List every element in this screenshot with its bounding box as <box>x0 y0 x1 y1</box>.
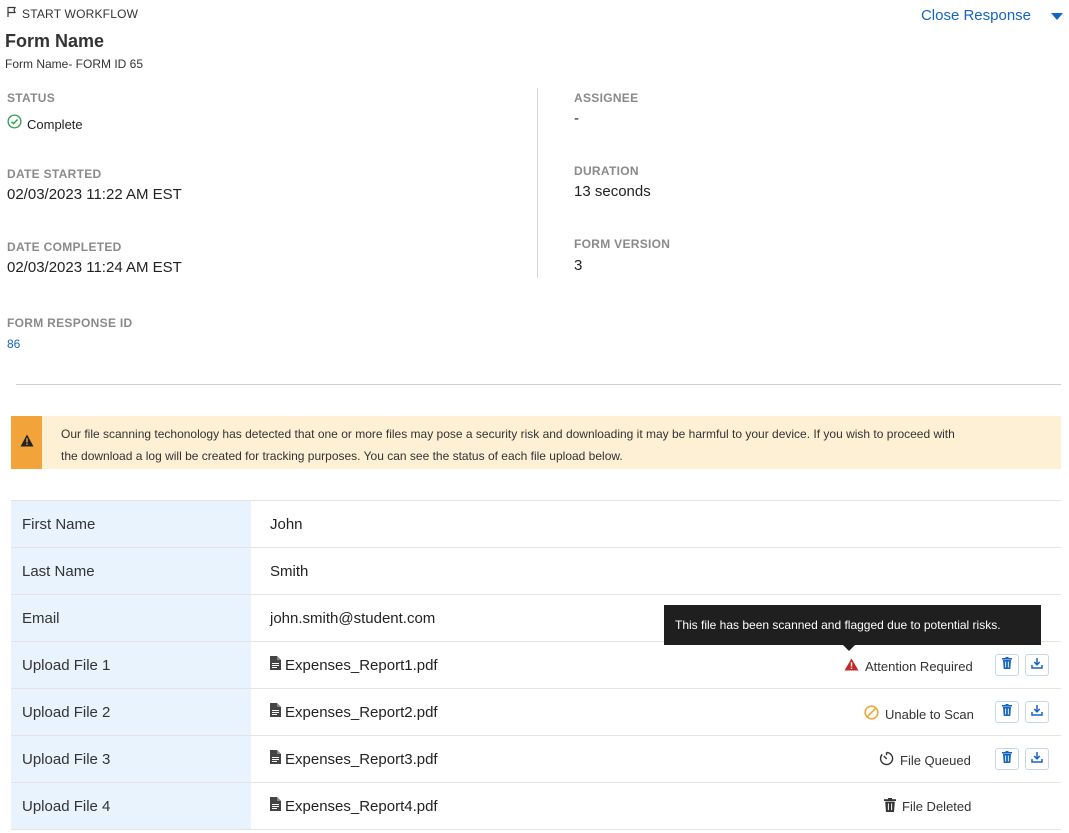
document-icon <box>270 797 281 815</box>
table-row: Last Name Smith <box>11 548 1061 595</box>
security-alert-banner: Our file scanning techonology has detect… <box>11 416 1061 469</box>
timer-icon <box>879 751 894 769</box>
file-name: Expenses_Report2.pdf <box>285 703 438 721</box>
alert-message-line-2: the download a log will be created for t… <box>61 448 623 463</box>
download-icon <box>1031 656 1043 674</box>
file-link[interactable]: Expenses_Report2.pdf <box>251 703 438 721</box>
field-label: Upload File 2 <box>11 689 251 735</box>
warning-icon <box>844 658 859 674</box>
status-value: Complete <box>7 114 83 134</box>
file-status-text: Attention Required <box>865 658 973 674</box>
table-row: Upload File 4 Expenses_Report4.pdf File … <box>11 783 1061 830</box>
table-row: First Name John <box>11 501 1061 548</box>
field-value: Smith <box>270 562 309 580</box>
alert-icon-box <box>11 416 42 469</box>
trash-icon <box>1002 656 1012 674</box>
alert-message: Our file scanning techonology has detect… <box>42 416 1046 469</box>
file-link[interactable]: Expenses_Report4.pdf <box>251 797 438 815</box>
field-label: Upload File 1 <box>11 642 251 688</box>
download-icon <box>1031 703 1043 721</box>
file-status-tooltip: This file has been scanned and flagged d… <box>664 605 1041 645</box>
start-workflow-button[interactable]: START WORKFLOW <box>6 6 138 21</box>
document-icon <box>270 703 281 721</box>
form-response-id-label: FORM RESPONSE ID <box>7 316 133 330</box>
delete-file-button[interactable] <box>995 654 1019 676</box>
page-title: Form Name <box>5 31 105 51</box>
file-link[interactable]: Expenses_Report1.pdf <box>251 656 438 674</box>
blocked-icon <box>864 705 879 723</box>
trash-icon <box>1002 750 1012 768</box>
file-status-text: File Deleted <box>902 799 972 814</box>
field-value: John <box>270 515 303 533</box>
table-row: Upload File 3 Expenses_Report3.pdf File … <box>11 736 1061 783</box>
file-status-text: File Queued <box>900 752 971 768</box>
document-icon <box>270 656 281 674</box>
check-circle-icon <box>7 114 22 134</box>
response-table: First Name John Last Name Smith Email jo… <box>11 500 1061 830</box>
flag-icon <box>6 6 18 21</box>
download-file-button[interactable] <box>1025 701 1049 723</box>
download-file-button[interactable] <box>1025 748 1049 770</box>
form-version-label: FORM VERSION <box>574 237 671 251</box>
file-name: Expenses_Report3.pdf <box>285 750 438 768</box>
tooltip-arrow <box>843 645 855 651</box>
delete-file-button[interactable] <box>995 701 1019 723</box>
table-row: Upload File 2 Expenses_Report2.pdf Unabl… <box>11 689 1061 736</box>
field-label: First Name <box>11 501 251 547</box>
file-link[interactable]: Expenses_Report3.pdf <box>251 750 438 768</box>
section-divider <box>16 384 1061 385</box>
form-response-id-link[interactable]: 86 <box>7 337 20 351</box>
trash-icon <box>1002 703 1012 721</box>
field-label: Upload File 3 <box>11 736 251 782</box>
page-subtitle: Form Name- FORM ID 65 <box>5 57 144 71</box>
field-label: Upload File 4 <box>11 783 251 829</box>
duration-label: DURATION <box>574 164 639 178</box>
delete-file-button[interactable] <box>995 748 1019 770</box>
assignee-value: - <box>574 110 579 127</box>
download-file-button[interactable] <box>1025 654 1049 676</box>
field-value: john.smith@student.com <box>270 609 436 627</box>
file-name: Expenses_Report4.pdf <box>285 797 438 815</box>
close-response-button[interactable]: Close Response <box>921 7 1031 24</box>
column-divider <box>537 88 538 278</box>
file-status: File Queued <box>879 751 971 769</box>
file-status: Attention Required <box>844 658 973 674</box>
field-label: Last Name <box>11 548 251 594</box>
file-status: File Deleted <box>884 798 971 815</box>
start-workflow-label: START WORKFLOW <box>22 6 139 21</box>
date-started-label: DATE STARTED <box>7 167 102 181</box>
file-status: Unable to Scan <box>864 705 974 723</box>
file-status-text: Unable to Scan <box>885 706 974 722</box>
trash-icon <box>884 798 896 815</box>
status-label: STATUS <box>7 91 56 105</box>
date-completed-label: DATE COMPLETED <box>7 240 122 254</box>
status-text: Complete <box>27 116 83 132</box>
warning-icon <box>20 434 34 452</box>
document-icon <box>270 750 281 768</box>
field-label: Email <box>11 595 251 641</box>
chevron-down-icon[interactable] <box>1051 13 1063 20</box>
form-version-value: 3 <box>574 257 583 274</box>
assignee-label: ASSIGNEE <box>574 91 639 105</box>
date-started-value: 02/03/2023 11:22 AM EST <box>7 186 182 203</box>
date-completed-value: 02/03/2023 11:24 AM EST <box>7 259 182 276</box>
duration-value: 13 seconds <box>574 183 651 200</box>
alert-message-line-1: Our file scanning techonology has detect… <box>61 427 955 441</box>
table-row: Upload File 1 Expenses_Report1.pdf Atten… <box>11 642 1061 689</box>
download-icon <box>1031 750 1043 768</box>
file-name: Expenses_Report1.pdf <box>285 656 438 674</box>
